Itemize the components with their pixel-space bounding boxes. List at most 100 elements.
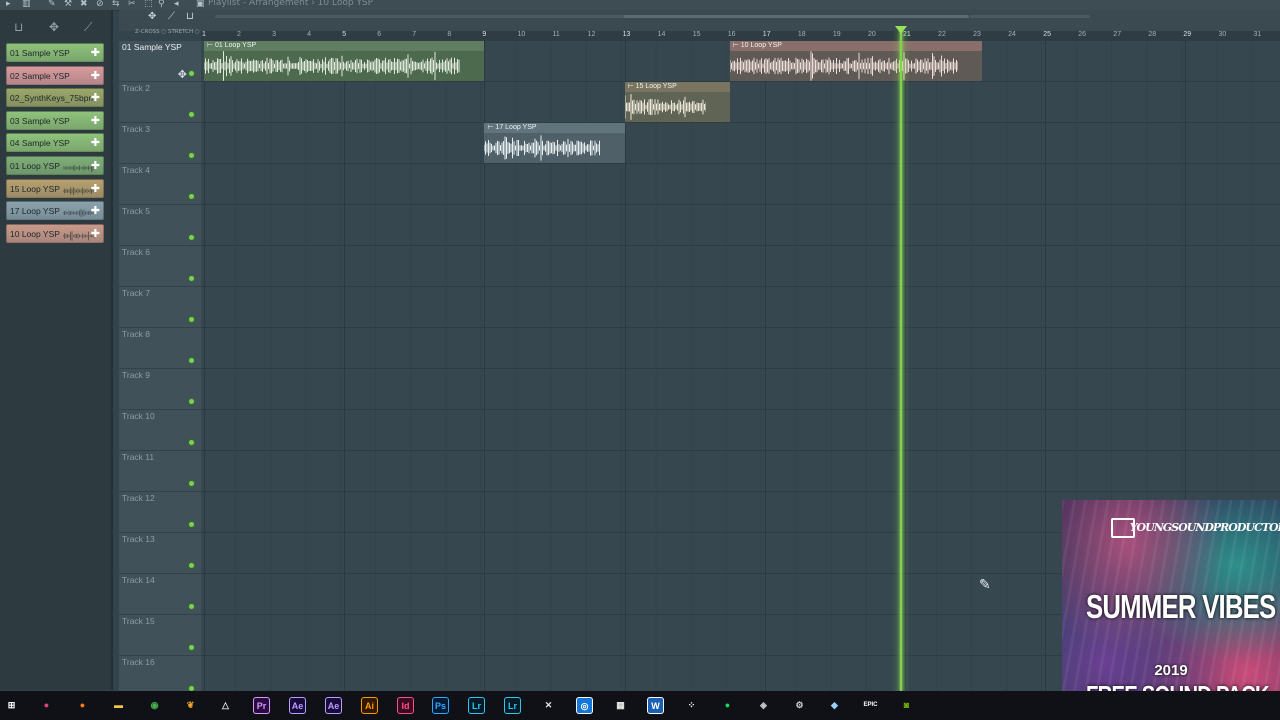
mute-icon[interactable]: ⊘ — [96, 0, 104, 9]
after-effects-icon[interactable]: Ae — [289, 697, 306, 714]
chrome-icon[interactable]: ◉ — [146, 697, 163, 714]
photoshop-icon[interactable]: Ps — [432, 697, 449, 714]
track-mute-led-icon[interactable] — [188, 111, 195, 118]
notes-icon[interactable]: ◆ — [826, 697, 843, 714]
track-mute-led-icon[interactable] — [188, 234, 195, 241]
illustrator-icon[interactable]: Ai — [361, 697, 378, 714]
horizontal-scrollbar[interactable] — [624, 15, 969, 18]
track-mute-led-icon[interactable] — [188, 275, 195, 282]
track-mute-led-icon[interactable] — [188, 316, 195, 323]
track-move-icon[interactable]: ✥ — [178, 68, 187, 81]
zcross-toggle-icon[interactable]: ○ — [161, 29, 166, 35]
track-mute-led-icon[interactable] — [188, 644, 195, 651]
cortana-icon[interactable]: ◎ — [576, 697, 593, 714]
stretch-toggle-icon[interactable]: ○ — [195, 29, 200, 35]
track-header[interactable]: 01 Sample YSP ✥ — [119, 41, 201, 82]
word-icon[interactable]: W — [647, 697, 664, 714]
picker-move-icon[interactable]: ✥ — [49, 20, 59, 34]
select-icon[interactable]: ⬚ — [144, 0, 153, 9]
picker-item-add-icon[interactable]: ✚ — [91, 112, 100, 129]
epic-games-icon[interactable]: EPIC — [862, 697, 879, 714]
track-mute-led-icon[interactable] — [188, 562, 195, 569]
track-header[interactable]: Track 15 — [119, 615, 201, 656]
x-app-icon[interactable]: ✕ — [540, 697, 557, 714]
track-header[interactable]: Track 13 — [119, 533, 201, 574]
nvidia-icon[interactable]: ◙ — [898, 697, 915, 714]
brush-icon[interactable]: ⚒ — [64, 0, 72, 9]
davinci-resolve-icon[interactable]: ● — [38, 697, 55, 714]
picker-item[interactable]: 10 Loop YSP ✚ — [6, 223, 104, 243]
zoom-icon[interactable]: ⚲ — [158, 0, 165, 9]
picker-item[interactable]: 17 Loop YSP ✚ — [6, 201, 104, 221]
picker-link-icon[interactable]: ⟋ — [84, 20, 92, 35]
track-header[interactable]: Track 14 — [119, 574, 201, 615]
picker-item[interactable]: 15 Loop YSP ✚ — [6, 178, 104, 198]
track-header[interactable]: Track 12 — [119, 492, 201, 533]
track-header[interactable]: Track 8 — [119, 328, 201, 369]
audio-clip[interactable]: ⊢ 10 Loop YSP — [729, 41, 983, 81]
track-mute-led-icon[interactable] — [188, 70, 195, 77]
track-mute-led-icon[interactable] — [188, 357, 195, 364]
picker-item[interactable]: 02 Sample YSP ✚ — [6, 65, 104, 85]
delete-icon[interactable]: ✖ — [80, 0, 88, 9]
track-mute-led-icon[interactable] — [188, 603, 195, 610]
clip-header[interactable]: ⊢ 15 Loop YSP — [624, 82, 730, 92]
spotify-icon[interactable]: ● — [719, 697, 736, 714]
fl-studio-icon[interactable]: ❦ — [182, 697, 199, 714]
track-header[interactable]: Track 3 — [119, 123, 201, 164]
picker-item-add-icon[interactable]: ✚ — [91, 134, 100, 151]
track-header[interactable]: Track 11 — [119, 451, 201, 492]
track-header[interactable]: Track 2 — [119, 82, 201, 123]
tidal-icon[interactable]: ⁘ — [683, 697, 700, 714]
picker-item-add-icon[interactable]: ✚ — [91, 225, 100, 242]
file-explorer-icon[interactable]: ▬ — [110, 697, 127, 714]
playhead[interactable] — [900, 31, 903, 691]
timeline-ruler[interactable]: 1234567891011121314151617181920212223242… — [201, 31, 1280, 41]
calculator-icon[interactable]: ▦ — [612, 697, 629, 714]
picker-item[interactable]: 01 Sample YSP ✚ — [6, 43, 104, 62]
picker-item-add-icon[interactable]: ✚ — [91, 180, 100, 197]
picker-item-add-icon[interactable]: ✚ — [91, 44, 100, 61]
track-mute-led-icon[interactable] — [188, 398, 195, 405]
move-icon[interactable]: ✥ — [148, 11, 156, 22]
track-header[interactable]: Track 6 — [119, 246, 201, 287]
track-mute-led-icon[interactable] — [188, 152, 195, 159]
clip-header[interactable]: ⊢ 17 Loop YSP — [484, 123, 625, 133]
picker-item-add-icon[interactable]: ✚ — [91, 157, 100, 174]
picker-snap-icon[interactable]: ⊔ — [14, 20, 23, 34]
affinity-icon[interactable]: △ — [217, 697, 234, 714]
speaker-icon[interactable]: ◂ — [174, 0, 179, 9]
lightroom-icon[interactable]: Lr — [504, 697, 521, 714]
arrow-icon[interactable]: ▸ — [6, 0, 11, 9]
firefox-icon[interactable]: ● — [74, 697, 91, 714]
piano-icon[interactable]: ▥ — [22, 0, 31, 9]
slice-icon[interactable]: ✂ — [128, 0, 136, 9]
track-mute-led-icon[interactable] — [188, 521, 195, 528]
picker-item-add-icon[interactable]: ✚ — [91, 67, 100, 84]
indesign-icon[interactable]: Id — [397, 697, 414, 714]
track-header[interactable]: Track 9 — [119, 369, 201, 410]
picker-item[interactable]: 04 Sample YSP ✚ — [6, 133, 104, 153]
after-effects-beta-icon[interactable]: Ae — [325, 697, 342, 714]
group-icon[interactable]: ⊔ — [186, 11, 194, 22]
playhead-marker[interactable] — [895, 26, 908, 34]
track-header[interactable]: Track 10 — [119, 410, 201, 451]
picker-item[interactable]: 01 Loop YSP ✚ — [6, 156, 104, 175]
zcross-stretch-toggles[interactable]: Z-CROSS ○ STRETCH ○ — [135, 29, 200, 35]
clip-header[interactable]: ⊢ 10 Loop YSP — [729, 41, 983, 51]
picker-item[interactable]: 02_SynthKeys_75bpm ✚ — [6, 88, 104, 108]
clip-header[interactable]: ⊢ 01 Loop YSP — [204, 41, 485, 51]
track-header[interactable]: Track 7 — [119, 287, 201, 328]
slip-icon[interactable]: ⇆ — [112, 0, 120, 9]
settings-gear-icon[interactable]: ⚙ — [791, 697, 808, 714]
audio-clip[interactable]: ⊢ 17 Loop YSP — [484, 123, 625, 163]
taskview-icon[interactable]: ⊞ — [3, 697, 20, 714]
pencil-icon[interactable]: ✎ — [48, 0, 56, 9]
track-mute-led-icon[interactable] — [188, 193, 195, 200]
picker-item-add-icon[interactable]: ✚ — [91, 202, 100, 219]
track-header[interactable]: Track 4 — [119, 164, 201, 205]
snap-icon[interactable]: ⟋ — [168, 11, 175, 22]
tool-icon[interactable]: ◈ — [755, 697, 772, 714]
track-mute-led-icon[interactable] — [188, 439, 195, 446]
premiere-pro-icon[interactable]: Pr — [253, 697, 270, 714]
